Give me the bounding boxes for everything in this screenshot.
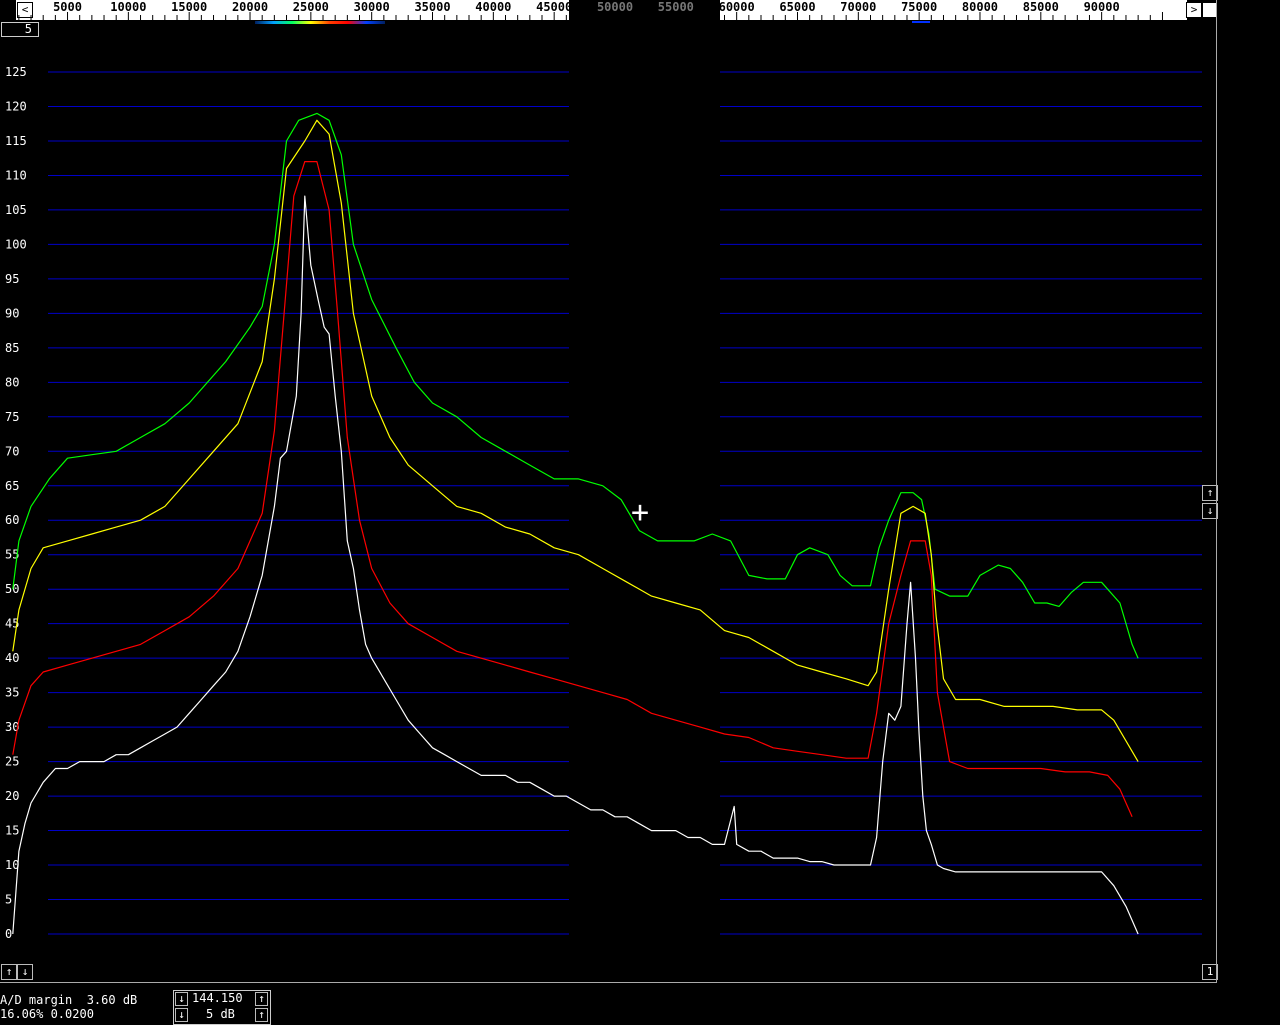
arrow-down-icon: ↓ (178, 1008, 185, 1021)
y-axis-label: 15 (5, 824, 19, 838)
left-down-button[interactable]: ↓ (17, 964, 33, 980)
y-axis-label: 25 (5, 755, 19, 769)
ad-margin-readout: A/D margin 3.60 dB (0, 993, 138, 1007)
crosshair-cursor: + (630, 495, 650, 530)
freq-up-button[interactable]: ↑ (255, 992, 268, 1006)
y-axis-label: 125 (5, 65, 27, 79)
db-per-division-field[interactable]: 5 dB (206, 1007, 235, 1021)
y-axis-label: 115 (5, 134, 27, 148)
y-axis-label: 105 (5, 203, 27, 217)
y-axis-label: 35 (5, 686, 19, 700)
arrow-up-icon: ↑ (258, 1008, 265, 1021)
y-axis-label: 20 (5, 789, 19, 803)
y-axis-label: 95 (5, 272, 19, 286)
spectrum-trace-1 (12, 119, 1139, 762)
arrow-down-icon: ↓ (178, 992, 185, 1005)
y-axis-label: 110 (5, 168, 27, 182)
y-axis-label: 60 (5, 513, 19, 527)
cpu-load-readout: 16.06% 0.0200 (0, 1007, 94, 1021)
y-axis-label: 90 (5, 306, 19, 320)
y-axis-label: 65 (5, 479, 19, 493)
arrow-up-icon: ↑ (1206, 486, 1214, 499)
spectrum-trace-3 (12, 195, 1139, 935)
y-axis-label: 0 (5, 927, 12, 941)
spectrum-trace-0 (12, 112, 1139, 659)
arrow-down-icon: ↓ (1206, 504, 1214, 517)
left-up-button[interactable]: ↑ (1, 964, 17, 980)
y-axis-label: 40 (5, 651, 19, 665)
y-axis-label: 100 (5, 237, 27, 251)
y-axis-label: 75 (5, 410, 19, 424)
window-border-bottom (0, 982, 1217, 983)
y-axis-label: 120 (5, 99, 27, 113)
arrow-up-icon: ↑ (258, 992, 265, 1005)
window-border-right (1216, 0, 1217, 983)
y-axis-label: 70 (5, 444, 19, 458)
db-up-button[interactable]: ↑ (255, 1008, 268, 1022)
y-axis-label: 5 (5, 893, 12, 907)
y-axis-label: 80 (5, 375, 19, 389)
arrow-down-icon: ↓ (21, 965, 29, 978)
center-frequency-field[interactable]: 144.150 (192, 991, 243, 1005)
freq-down-button[interactable]: ↓ (175, 992, 188, 1006)
y-axis-label: 85 (5, 341, 19, 355)
y-axis-label: 50 (5, 582, 19, 596)
arrow-up-icon: ↑ (5, 965, 13, 978)
db-down-button[interactable]: ↓ (175, 1008, 188, 1022)
